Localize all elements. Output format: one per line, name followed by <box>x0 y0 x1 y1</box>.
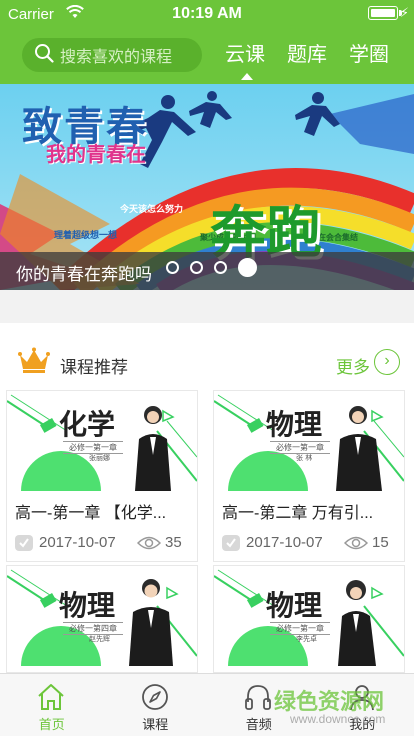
crown-icon <box>18 347 50 378</box>
watermark-url: www.downcc.com <box>290 712 386 726</box>
top-header: Carrier 10:19 AM ⚡ 搜索喜欢的课程 云课 题库 学圈 <box>0 0 414 84</box>
tabbar-label: 课程 <box>142 717 169 732</box>
course-subject: 物理 <box>266 589 323 622</box>
eye-icon <box>343 535 369 555</box>
course-card[interactable]: 物理 必修一第四章 赵先辉 <box>6 565 198 673</box>
battery-icon <box>368 6 402 20</box>
course-thumbnail: 物理 必修一第一章 张 林 <box>214 391 404 491</box>
course-recommend-section: 课程推荐 更多 › 化学 必修一第一章 张丽娜 高一-第一章 【化学... 20… <box>0 323 414 673</box>
calendar-icon <box>15 535 33 555</box>
charging-icon: ⚡ <box>399 5 409 20</box>
tab-question-bank[interactable]: 题库 <box>276 38 338 78</box>
calendar-icon <box>222 535 240 555</box>
course-subject: 物理 <box>59 589 116 622</box>
course-subject: 化学 <box>59 408 116 441</box>
course-subject: 物理 <box>266 408 323 441</box>
section-title: 课程推荐 <box>60 358 128 377</box>
course-views: 15 <box>372 534 389 551</box>
home-icon <box>38 684 64 710</box>
headphones-icon <box>245 685 271 710</box>
course-title: 高一-第一章 【化学... <box>15 505 167 522</box>
carousel-dot[interactable] <box>166 261 179 274</box>
search-icon <box>34 43 54 68</box>
tab-study-circle[interactable]: 学圈 <box>338 38 400 78</box>
course-meta: 2017-10-07 15 <box>222 533 398 553</box>
tabbar-item-course[interactable]: 课程 <box>104 674 208 736</box>
eye-icon <box>136 535 162 555</box>
course-meta: 2017-10-07 35 <box>15 533 191 553</box>
tabbar-item-home[interactable]: 首页 <box>0 674 104 736</box>
chevron-right-icon[interactable]: › <box>374 349 400 375</box>
course-card[interactable]: 物理 必修一第一章 张 林 高一-第二章 万有引... 2017-10-07 1… <box>213 390 405 562</box>
more-link[interactable]: 更多 <box>336 353 370 378</box>
status-bar: Carrier 10:19 AM ⚡ <box>0 0 414 28</box>
course-date: 2017-10-07 <box>39 534 116 551</box>
banner-subline: 我的青春在 <box>46 142 146 166</box>
search-bar[interactable]: 搜索喜欢的课程 <box>22 38 202 72</box>
promo-banner[interactable]: 理着超级想一想 今天该怎么努力 聚少成多的时间 它们在会合集结 致青春 我的青春… <box>0 84 414 290</box>
course-date: 2017-10-07 <box>246 534 323 551</box>
banner-caption: 你的青春在奔跑吗 <box>16 265 152 284</box>
course-thumbnail: 物理 必修一第一章 李先卓 <box>214 566 404 666</box>
carousel-dot[interactable] <box>214 261 227 274</box>
banner-caption-bar: 你的青春在奔跑吗 <box>0 252 414 290</box>
course-title: 高一-第二章 万有引... <box>222 505 374 522</box>
tab-cloud-course[interactable]: 云课 <box>214 38 276 80</box>
carousel-dot-active[interactable] <box>238 258 257 277</box>
section-header: 课程推荐 更多 › <box>0 323 414 389</box>
course-teacher: 张丽娜 <box>89 454 110 462</box>
tabbar-label: 首页 <box>38 717 65 732</box>
course-card[interactable]: 物理 必修一第一章 李先卓 <box>213 565 405 673</box>
carousel-dot[interactable] <box>190 261 203 274</box>
course-thumbnail: 化学 必修一第一章 张丽娜 <box>7 391 197 491</box>
svg-text:今天该怎么努力: 今天该怎么努力 <box>119 203 183 215</box>
header-tabs: 云课 题库 学圈 <box>214 38 414 80</box>
course-thumbnail: 物理 必修一第四章 赵先辉 <box>7 566 197 666</box>
search-placeholder: 搜索喜欢的课程 <box>60 49 173 66</box>
compass-icon <box>141 684 168 710</box>
clock-time: 10:19 AM <box>172 5 242 22</box>
svg-text:理着超级想一想: 理着超级想一想 <box>54 229 117 241</box>
course-teacher: 赵先辉 <box>89 635 110 643</box>
course-teacher: 李先卓 <box>296 635 317 643</box>
course-teacher: 张 林 <box>296 454 313 462</box>
carousel-dots <box>166 258 268 277</box>
course-views: 35 <box>165 534 182 551</box>
course-card[interactable]: 化学 必修一第一章 张丽娜 高一-第一章 【化学... 2017-10-07 3… <box>6 390 198 562</box>
